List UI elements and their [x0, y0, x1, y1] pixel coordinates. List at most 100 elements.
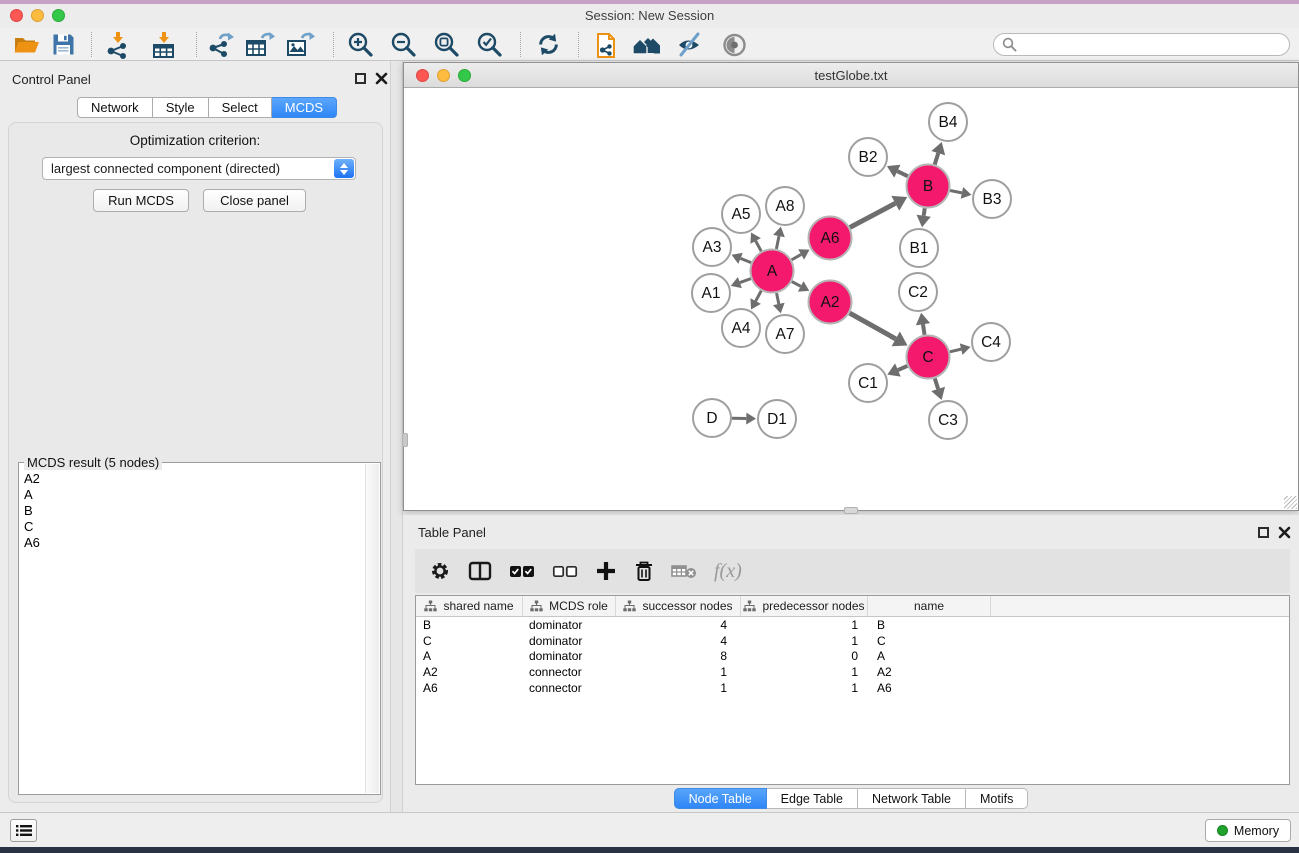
edge-B-B3[interactable]: [950, 187, 971, 199]
node-A5[interactable]: A5: [722, 195, 760, 233]
close-table-panel-icon[interactable]: [1278, 526, 1291, 539]
export-network-button[interactable]: [207, 31, 235, 58]
node-A2[interactable]: A2: [809, 281, 852, 324]
tab-style[interactable]: Style: [153, 97, 209, 118]
mcds-result-item[interactable]: C: [20, 519, 365, 535]
table-row[interactable]: Cdominator41C: [416, 633, 1289, 649]
mcds-result-item[interactable]: A6: [20, 535, 365, 551]
column-header-mcds-role[interactable]: MCDS role: [523, 596, 616, 616]
table-row[interactable]: Bdominator41B: [416, 617, 1289, 633]
node-A6[interactable]: A6: [809, 217, 852, 260]
node-B3[interactable]: B3: [973, 180, 1011, 218]
column-header-name[interactable]: name: [868, 596, 991, 616]
node-A1[interactable]: A1: [692, 274, 730, 312]
horizontal-scroll-notch[interactable]: [844, 507, 858, 514]
node-B2[interactable]: B2: [849, 138, 887, 176]
split-table-icon[interactable]: [468, 560, 492, 582]
edge-A-A6[interactable]: [792, 249, 810, 260]
node-D[interactable]: D: [693, 399, 731, 437]
node-A4[interactable]: A4: [722, 309, 760, 347]
column-header-predecessor-nodes[interactable]: predecessor nodes: [741, 596, 868, 616]
node-A8[interactable]: A8: [766, 187, 804, 225]
settings-gear-icon[interactable]: [429, 560, 451, 582]
edge-C-C3[interactable]: [931, 378, 945, 400]
import-table-button[interactable]: [150, 31, 178, 58]
edge-A-A1[interactable]: [731, 277, 751, 288]
edge-A6-B[interactable]: [850, 196, 907, 228]
float-panel-icon[interactable]: [355, 73, 366, 84]
tab-edge-table[interactable]: Edge Table: [767, 788, 858, 809]
refresh-button[interactable]: [535, 31, 562, 58]
result-list-scrollbar[interactable]: [365, 464, 379, 793]
zoom-out-button[interactable]: [390, 31, 418, 58]
edge-A-A7[interactable]: [773, 293, 785, 313]
vertical-scroll-notch[interactable]: [402, 433, 408, 447]
node-A[interactable]: A: [751, 250, 794, 293]
zoom-in-button[interactable]: [347, 31, 375, 58]
edge-C-C4[interactable]: [950, 343, 971, 355]
criterion-dropdown[interactable]: largest connected component (directed): [42, 157, 356, 180]
mcds-result-item[interactable]: A: [20, 487, 365, 503]
node-C2[interactable]: C2: [899, 273, 937, 311]
mcds-result-item[interactable]: B: [20, 503, 365, 519]
node-C3[interactable]: C3: [929, 401, 967, 439]
select-all-icon[interactable]: [509, 560, 535, 582]
edge-A-A2[interactable]: [792, 281, 809, 291]
network-canvas[interactable]: B4 B2 B B3 A8A5 A6 A3 B1 A A1 C2 A2 A4A7 C4 C C1 D D1 C3: [404, 88, 1298, 510]
edge-C-C2[interactable]: [916, 313, 930, 335]
column-header-shared-name[interactable]: shared name: [416, 596, 523, 616]
edge-B-B1[interactable]: [917, 208, 931, 227]
close-panel-button[interactable]: Close panel: [203, 189, 306, 212]
edge-B-B4[interactable]: [931, 142, 945, 164]
zoom-selected-button[interactable]: [476, 31, 504, 58]
memory-button[interactable]: Memory: [1205, 819, 1291, 842]
tab-network[interactable]: Network: [77, 97, 153, 118]
save-session-button[interactable]: [52, 31, 75, 58]
node-A3[interactable]: A3: [693, 228, 731, 266]
delete-table-icon[interactable]: [671, 561, 697, 581]
deselect-all-icon[interactable]: [552, 560, 578, 582]
node-C1[interactable]: C1: [849, 364, 887, 402]
export-table-button[interactable]: [245, 31, 275, 58]
delete-row-trash-icon[interactable]: [634, 560, 654, 582]
edge-C-C1[interactable]: [887, 363, 907, 376]
node-B1[interactable]: B1: [900, 229, 938, 267]
edge-A-A5[interactable]: [750, 232, 761, 251]
table-row[interactable]: A6connector11A6: [416, 680, 1289, 696]
tab-node-table[interactable]: Node Table: [674, 788, 767, 809]
mcds-result-item[interactable]: A2: [20, 471, 365, 487]
export-image-button[interactable]: [286, 31, 316, 58]
tab-select[interactable]: Select: [209, 97, 272, 118]
node-C[interactable]: C: [907, 336, 950, 379]
edge-B-B2[interactable]: [887, 165, 908, 178]
float-table-panel-icon[interactable]: [1258, 527, 1269, 538]
edge-A-A3[interactable]: [731, 253, 751, 264]
tab-motifs[interactable]: Motifs: [966, 788, 1028, 809]
node-B4[interactable]: B4: [929, 103, 967, 141]
home-layout-button[interactable]: [631, 31, 663, 58]
edge-A-A4[interactable]: [750, 291, 761, 310]
edge-A-A8[interactable]: [773, 227, 785, 249]
task-history-button[interactable]: [10, 819, 37, 842]
table-row[interactable]: A2connector11A2: [416, 664, 1289, 680]
function-builder-button[interactable]: f(x): [714, 560, 742, 583]
hide-details-button[interactable]: [675, 31, 703, 58]
edge-D-D1[interactable]: [732, 413, 756, 425]
search-input[interactable]: [993, 33, 1290, 56]
run-mcds-button[interactable]: Run MCDS: [93, 189, 189, 212]
node-B[interactable]: B: [907, 165, 950, 208]
resize-grip-icon[interactable]: [1284, 496, 1297, 509]
table-row[interactable]: Adominator80A: [416, 648, 1289, 664]
node-C4[interactable]: C4: [972, 323, 1010, 361]
open-session-button[interactable]: [13, 31, 40, 58]
show-details-button[interactable]: [721, 31, 748, 58]
column-header-successor-nodes[interactable]: successor nodes: [616, 596, 741, 616]
add-row-icon[interactable]: [595, 560, 617, 582]
close-panel-icon[interactable]: [375, 72, 388, 85]
node-A7[interactable]: A7: [766, 315, 804, 353]
node-D1[interactable]: D1: [758, 400, 796, 438]
clone-network-button[interactable]: [593, 31, 621, 58]
tab-network-table[interactable]: Network Table: [858, 788, 966, 809]
tab-mcds[interactable]: MCDS: [272, 97, 337, 118]
edge-A2-C[interactable]: [850, 313, 908, 346]
